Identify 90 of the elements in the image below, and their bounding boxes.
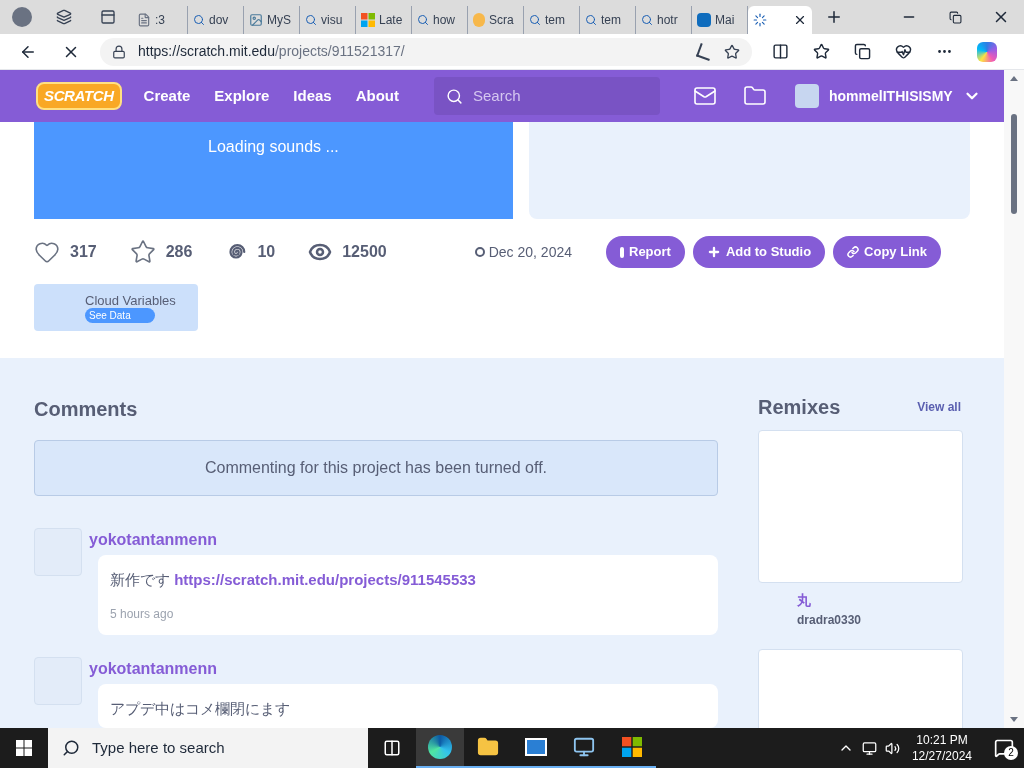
heart-icon[interactable] [34,239,60,265]
url-text: https://scratch.mit.edu/projects/911521317/ [138,42,405,61]
squares-icon [361,13,375,27]
nav-link[interactable]: Create [143,84,191,108]
loading-text: Loading sounds ... [208,137,339,155]
star-icon[interactable] [129,239,156,265]
tab-title: tem [601,12,621,29]
nav-link[interactable]: Ideas [293,84,332,108]
tab-title: dov [209,12,229,29]
image-icon [249,13,263,27]
comment-username[interactable]: yokotantanmenn [89,657,718,676]
profile-icon[interactable] [12,7,32,27]
exclamation-icon [620,246,624,258]
lock-icon [112,44,126,59]
restore-icon[interactable] [948,10,962,24]
window-app-icon[interactable] [525,738,547,756]
search-icon [417,14,429,26]
health-icon[interactable] [895,43,912,60]
stat-count: 317 [70,242,97,262]
clock-time[interactable]: 10:21 PM [916,732,968,748]
stat-count: 286 [165,242,193,262]
tab-title: Scra [489,12,514,29]
search-icon [62,739,80,757]
computer-icon[interactable] [573,736,595,758]
tab-title: Late [379,12,403,29]
search-icon [641,14,653,26]
address-bar[interactable]: https://scratch.mit.edu/projects/911521317/ [100,37,752,66]
notification-count: 2 [1004,746,1018,760]
split-screen-icon[interactable] [772,43,789,60]
network-icon[interactable] [861,740,877,756]
username[interactable]: hommelITHISISMY [829,85,953,107]
stat-count: 12500 [342,242,387,262]
loading-icon [753,13,767,27]
comment-username[interactable]: yokotantanmenn [89,528,718,547]
plus-icon [706,245,721,259]
share-date: Dec 20, 2024 [488,242,572,262]
tab-title: how [433,12,455,29]
folder-icon[interactable] [477,736,499,758]
tab-title: :3 [155,12,165,29]
search-icon [585,14,597,26]
page-icon [137,13,151,27]
workspaces-icon[interactable] [56,9,72,25]
view-all-link[interactable]: View all [917,398,961,416]
start-icon [16,740,32,756]
date-icon [474,247,485,257]
new-tab-icon[interactable] [825,8,843,26]
tab-title: tem [545,12,565,29]
notice-text: Commenting for this project has been turned off. [204,458,548,478]
action-button[interactable]: Add to Studio [692,236,826,268]
search-icon [446,87,463,105]
search-icon [193,14,205,26]
remix-title[interactable]: 丸 [797,590,963,611]
tab-title: visu [321,12,343,29]
search-placeholder: Type here to search [92,737,225,758]
taskbar-search-field[interactable]: Type here to search [48,728,368,768]
scrollbar[interactable] [1004,70,1024,728]
clock-date[interactable]: 12/27/2024 [911,748,972,764]
flag-icon[interactable] [622,737,642,757]
remix-thumbnail[interactable] [758,430,963,583]
nav-link[interactable]: Explore [214,84,270,108]
nav-link[interactable]: About [355,84,399,108]
link-icon [847,246,860,258]
action-button[interactable]: Copy Link [833,236,941,268]
search-icon [305,14,317,26]
collections-icon[interactable] [854,43,871,60]
stat-count: 10 [257,242,276,262]
favorite-icon[interactable] [724,43,740,60]
remix-author[interactable]: dradra0330 [797,611,963,629]
scroll-up-icon[interactable] [1010,76,1018,81]
tab-title: MyS [267,12,291,29]
search-field[interactable]: Search [434,77,660,115]
see-data-button[interactable]: See Data [85,308,155,323]
copilot-icon[interactable] [977,41,997,62]
action-button[interactable]: Report [606,236,685,268]
tab-title: Mai [715,12,735,29]
comment-link[interactable]: https://scratch.mit.edu/projects/911545533 [174,571,476,588]
remixes-heading: Remixes [758,395,841,420]
tab-title: hotr [657,12,678,29]
cloud-variables-title: Cloud Variables [85,293,177,308]
comment-time: 5 hours ago [110,606,175,623]
task-view-icon[interactable] [383,739,401,757]
favorites-icon[interactable] [813,43,830,60]
comment-text: 新作です https://scratch.mit.edu/projects/911545533 [110,570,477,587]
search-placeholder: Search [473,85,521,106]
comment-text: アプデ中はコメ欄閉にます [110,699,291,716]
scroll-down-icon[interactable] [1010,717,1018,722]
search-icon [529,14,541,26]
comments-heading: Comments [34,397,139,420]
tab-actions-icon[interactable] [100,9,116,25]
close-icon[interactable] [793,13,807,27]
